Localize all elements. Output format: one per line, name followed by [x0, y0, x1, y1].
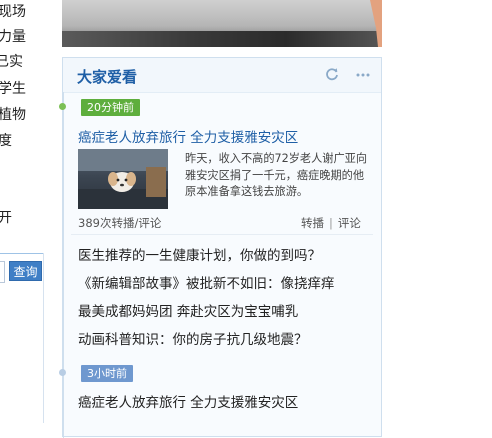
- headline-link-1[interactable]: 癌症老人放弃旅行 全力支援雅安灾区: [78, 126, 298, 146]
- timeline-dot: [59, 369, 66, 376]
- left-item-1[interactable]: 现场: [0, 3, 26, 21]
- query-button[interactable]: 查询: [9, 261, 42, 281]
- headline-link-2[interactable]: 癌症老人放弃旅行 全力支援雅安灾区: [78, 391, 298, 411]
- time-badge-1: 20分钟前: [81, 99, 140, 116]
- banner-photo[interactable]: [62, 0, 382, 47]
- repost-count: 389次转播/评论: [78, 216, 162, 230]
- widget-title: 大家爱看: [77, 68, 138, 86]
- divider: [71, 234, 373, 235]
- comment-link[interactable]: 评论: [338, 216, 361, 230]
- separator: |: [329, 216, 333, 230]
- related-link-1[interactable]: 医生推荐的一生健康计划，你做的到吗？: [78, 244, 321, 264]
- repost-link[interactable]: 转播: [301, 216, 324, 230]
- left-sidebar: 现场 力量 已实 学生 植物 度 开 查询: [0, 0, 44, 423]
- legs-figure: [370, 0, 382, 47]
- search-input[interactable]: [0, 261, 5, 283]
- photo-shadow: [62, 31, 382, 47]
- popular-widget: 大家爱看 20分钟前 癌症老人放弃旅行 全力支援雅安灾区 昨天，收入不高的72岁…: [59, 57, 382, 438]
- left-item-3[interactable]: 已实: [0, 53, 23, 71]
- refresh-icon[interactable]: [325, 67, 339, 81]
- story-thumbnail[interactable]: [78, 149, 168, 209]
- left-divider: [0, 253, 43, 254]
- dog-image: [78, 149, 168, 209]
- left-border: [43, 253, 44, 423]
- widget-header: 大家爱看: [63, 58, 381, 93]
- time-badge-2: 3小时前: [81, 365, 133, 382]
- related-link-3[interactable]: 最美成都妈妈团 奔赴灾区为宝宝哺乳: [78, 300, 298, 320]
- timeline-line: [63, 92, 64, 438]
- left-item-2[interactable]: 力量: [0, 28, 26, 46]
- related-link-4[interactable]: 动画科普知识：你的房子抗几级地震？: [78, 328, 308, 348]
- left-item-7[interactable]: 开: [0, 209, 12, 227]
- action-links: 转播 | 评论: [301, 215, 361, 231]
- left-item-6[interactable]: 度: [0, 132, 12, 150]
- story-summary: 昨天，收入不高的72岁老人谢广亚向雅安灾区捐了一千元，癌症晚期的他原本准备拿这钱…: [185, 152, 368, 198]
- related-link-2[interactable]: 《新编辑部故事》被批新不如旧：像挠痒痒: [78, 272, 335, 292]
- timeline-dot: [59, 103, 66, 110]
- left-item-4[interactable]: 学生: [0, 80, 26, 98]
- more-icon[interactable]: [355, 67, 371, 81]
- left-item-5[interactable]: 植物: [0, 106, 26, 124]
